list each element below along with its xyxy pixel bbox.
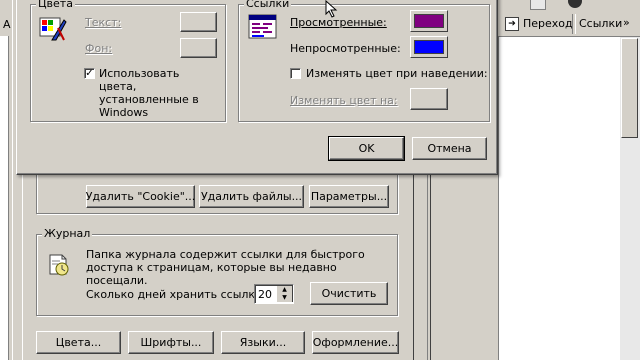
hover-color-button	[410, 88, 448, 110]
visited-color-button[interactable]	[410, 10, 448, 32]
address-label-partial: А	[3, 18, 11, 31]
text-color-label: Текст:	[85, 16, 122, 29]
use-windows-colors-label[interactable]: Использовать цвета, установленные в Wind…	[99, 67, 219, 119]
hover-change-checkbox[interactable]	[290, 68, 301, 79]
background-color-button	[180, 38, 217, 58]
hover-change-label[interactable]: Изменять цвет при наведении:	[306, 67, 488, 80]
links-chevron-icon[interactable]: »	[623, 16, 630, 29]
messenger-icon[interactable]	[568, 0, 582, 8]
accessibility-button[interactable]: Оформление...	[312, 331, 399, 354]
go-arrow-icon: ➔	[505, 17, 519, 31]
unvisited-label: Непросмотренные:	[290, 42, 401, 55]
languages-button[interactable]: Языки...	[221, 331, 305, 354]
fonts-button[interactable]: Шрифты...	[128, 331, 214, 354]
visited-color-swatch	[414, 14, 444, 28]
history-days-value: 20	[258, 288, 272, 301]
history-icon	[46, 252, 72, 276]
use-windows-colors-checkbox[interactable]: ✓	[84, 68, 95, 79]
colors-group-title: Цвета	[36, 0, 75, 10]
hover-color-label: Изменять цвет на:	[290, 94, 398, 107]
browser-content[interactable]	[498, 37, 640, 360]
toolbar-separator	[572, 14, 576, 34]
clear-history-button[interactable]: Очистить	[310, 282, 388, 305]
left-edge-content	[0, 36, 9, 360]
unvisited-color-button[interactable]	[410, 36, 448, 58]
toolbar-icons-row	[500, 0, 640, 10]
temp-settings-button[interactable]: Параметры...	[309, 185, 389, 208]
links-page-icon	[248, 14, 278, 40]
links-bar-label[interactable]: Ссылки	[579, 17, 622, 30]
paint-palette-icon	[38, 14, 68, 42]
background-color-label: Фон:	[85, 42, 113, 55]
edit-icon[interactable]	[530, 0, 546, 10]
go-button[interactable]: ➔ Переход	[503, 14, 573, 34]
colors-button[interactable]: Цвета...	[36, 331, 121, 354]
history-days-spinner[interactable]: 20 ▲ ▼	[254, 284, 294, 304]
delete-cookies-button[interactable]: Удалить "Cookie"...	[86, 185, 195, 208]
history-group-title: Журнал	[42, 227, 93, 240]
delete-files-button[interactable]: Удалить файлы...	[199, 185, 304, 208]
ok-button[interactable]: OK	[328, 136, 405, 161]
cancel-button[interactable]: Отмена	[412, 137, 487, 160]
mouse-cursor-icon	[325, 0, 339, 18]
scrollbar-thumb[interactable]	[621, 38, 638, 138]
text-color-button	[180, 12, 217, 32]
history-days-label: Сколько дней хранить ссылки:	[86, 288, 266, 301]
spinner-down-icon[interactable]: ▼	[277, 294, 293, 302]
go-label: Переход	[523, 17, 573, 30]
unvisited-color-swatch	[414, 40, 444, 54]
links-group-title: Ссылки	[244, 0, 292, 10]
checkmark-icon: ✓	[85, 68, 94, 79]
